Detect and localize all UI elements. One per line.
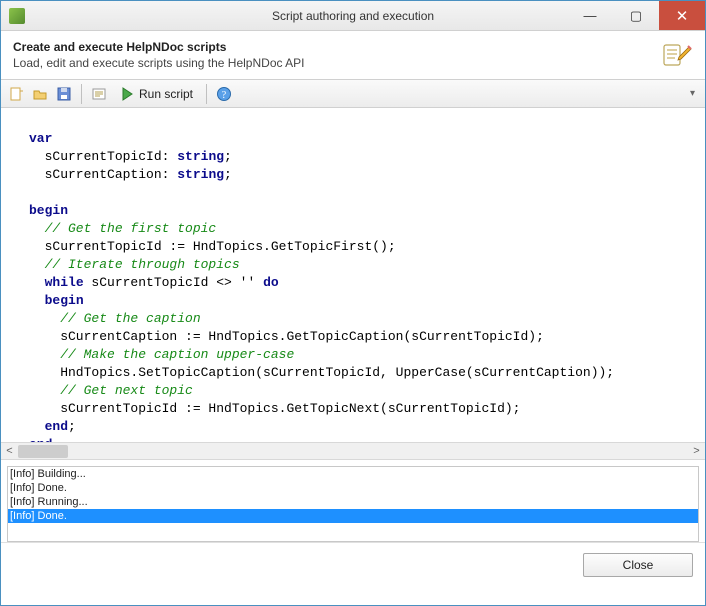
close-button-label: Close (623, 558, 654, 572)
output-line: [Info] Done. (8, 481, 698, 495)
window-close-button[interactable]: ✕ (659, 1, 705, 30)
footer: Close (1, 542, 705, 586)
toolbar-separator (206, 84, 207, 104)
save-script-button[interactable] (53, 83, 75, 105)
output-line-selected[interactable]: [Info] Done. (8, 509, 698, 523)
output-panel[interactable]: [Info] Building... [Info] Done. [Info] R… (7, 466, 699, 542)
titlebar: Script authoring and execution — ▢ ✕ (1, 1, 705, 31)
code-content: var sCurrentTopicId: string; sCurrentCap… (1, 108, 705, 442)
scroll-left-arrow[interactable]: < (1, 443, 18, 460)
scroll-right-arrow[interactable]: > (688, 443, 705, 460)
app-icon (9, 8, 25, 24)
play-icon (119, 86, 135, 102)
window-controls: — ▢ ✕ (567, 1, 705, 30)
toolbar-overflow-button[interactable]: ▾ (684, 88, 701, 99)
output-line: [Info] Running... (8, 495, 698, 509)
open-script-button[interactable] (29, 83, 51, 105)
run-script-label: Run script (139, 87, 193, 101)
svg-text:?: ? (222, 90, 227, 101)
scroll-thumb[interactable] (18, 445, 68, 458)
minimize-button[interactable]: — (567, 1, 613, 30)
toolbar: Run script ? ▾ (1, 80, 705, 108)
code-editor[interactable]: var sCurrentTopicId: string; sCurrentCap… (1, 108, 705, 460)
header-title: Create and execute HelpNDoc scripts (13, 40, 661, 54)
maximize-button[interactable]: ▢ (613, 1, 659, 30)
scroll-track[interactable] (18, 443, 688, 459)
header-text: Create and execute HelpNDoc scripts Load… (13, 40, 661, 70)
header-subtitle: Load, edit and execute scripts using the… (13, 56, 661, 70)
close-button[interactable]: Close (583, 553, 693, 577)
horizontal-scrollbar[interactable]: < > (1, 442, 705, 459)
build-button[interactable] (88, 83, 110, 105)
header-panel: Create and execute HelpNDoc scripts Load… (1, 31, 705, 80)
script-pencil-icon (661, 39, 693, 71)
new-script-button[interactable] (5, 83, 27, 105)
output-line: [Info] Building... (8, 467, 698, 481)
run-script-button[interactable]: Run script (112, 83, 200, 105)
help-button[interactable]: ? (213, 83, 235, 105)
toolbar-separator (81, 84, 82, 104)
